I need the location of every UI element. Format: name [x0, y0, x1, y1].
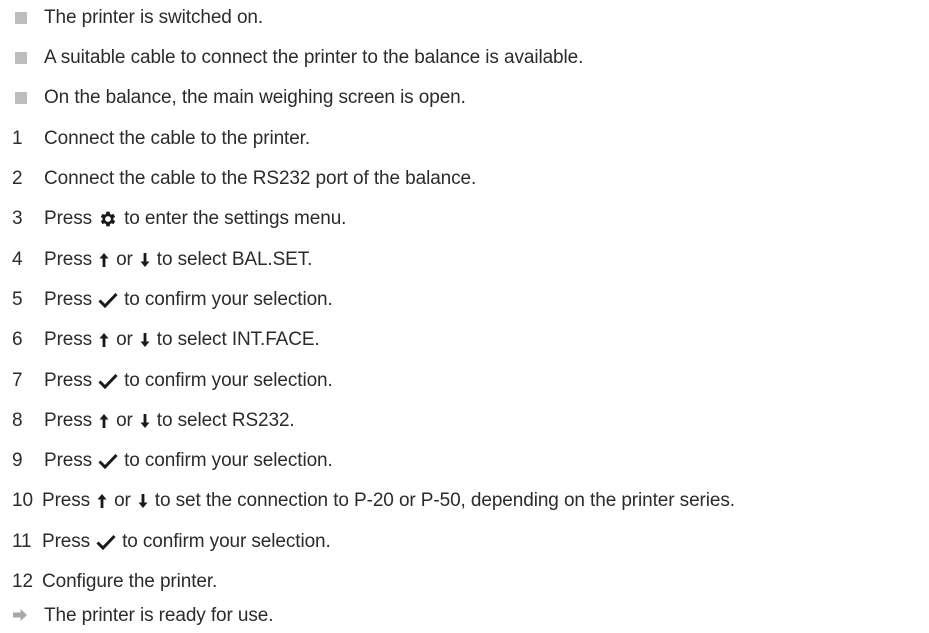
- step-number: 5: [12, 289, 23, 310]
- step-item: 4 Press or to select BAL.SET.: [0, 243, 312, 277]
- step-item: 1 Connect the cable to the printer.: [0, 122, 310, 156]
- step-text-post: to confirm your selection.: [122, 531, 331, 552]
- step-text-mid: or: [116, 249, 133, 270]
- arrow-up-icon: [98, 252, 110, 268]
- prerequisite-text: On the balance, the main weighing screen…: [44, 87, 466, 108]
- step-item: 2 Connect the cable to the RS232 port of…: [0, 162, 476, 196]
- square-bullet-icon: [15, 52, 27, 64]
- square-bullet-icon: [15, 92, 27, 104]
- arrow-down-icon: [139, 252, 151, 268]
- step-item: 10 Press or to set the connection to P-2…: [0, 484, 735, 518]
- step-number: 6: [12, 329, 23, 350]
- step-item: 12 Configure the printer.: [0, 565, 217, 599]
- checkmark-icon: [98, 292, 118, 308]
- step-text-mid: or: [116, 410, 133, 431]
- step-text-pre: Press: [42, 531, 91, 552]
- prerequisite-item: A suitable cable to connect the printer …: [0, 41, 583, 75]
- prerequisite-text: The printer is switched on.: [44, 7, 264, 28]
- step-text-pre: Press: [44, 450, 93, 471]
- step-text-post: to confirm your selection.: [124, 289, 333, 310]
- step-text-pre: Press: [44, 249, 93, 270]
- arrow-up-icon: [98, 332, 110, 348]
- step-number: 10: [12, 490, 33, 511]
- step-number: 12: [12, 571, 33, 592]
- step-text: Connect the cable to the RS232 port of t…: [44, 168, 477, 189]
- result-text: The printer is ready for use.: [44, 605, 274, 626]
- step-number: 1: [12, 128, 23, 149]
- checkmark-icon: [96, 534, 116, 550]
- checkmark-icon: [98, 453, 118, 469]
- checkmark-icon: [98, 373, 118, 389]
- step-number: 7: [12, 370, 23, 391]
- step-number: 3: [12, 208, 23, 229]
- step-item: 5 Press to confirm your selection.: [0, 283, 333, 317]
- step-text-mid: or: [114, 490, 131, 511]
- gear-icon: [98, 209, 118, 229]
- step-item: 3 Press to enter the settings menu.: [0, 202, 346, 236]
- result-item: The printer is ready for use.: [0, 599, 274, 633]
- step-text-post: to select BAL.SET.: [156, 249, 313, 270]
- step-number: 8: [12, 410, 23, 431]
- arrow-down-icon: [139, 413, 151, 429]
- step-text-post: to set the connection to P-20 or P-50, d…: [154, 490, 735, 511]
- step-text-post: to confirm your selection.: [124, 450, 333, 471]
- step-text-post: to select RS232.: [156, 410, 295, 431]
- step-item: 9 Press to confirm your selection.: [0, 444, 333, 478]
- step-text-pre: Press: [44, 370, 93, 391]
- step-text-pre: Press: [42, 490, 91, 511]
- step-text-pre: Press: [44, 208, 93, 229]
- step-number: 4: [12, 249, 23, 270]
- step-text: Configure the printer.: [42, 571, 218, 592]
- result-arrow-icon: [12, 606, 30, 627]
- step-text-pre: Press: [44, 329, 93, 350]
- step-item: 11 Press to confirm your selection.: [0, 525, 331, 559]
- arrow-down-icon: [139, 332, 151, 348]
- step-text-mid: or: [116, 329, 133, 350]
- arrow-up-icon: [98, 413, 110, 429]
- step-number: 2: [12, 168, 23, 189]
- step-item: 8 Press or to select RS232.: [0, 404, 295, 438]
- step-text-pre: Press: [44, 289, 93, 310]
- step-number: 9: [12, 450, 23, 471]
- arrow-up-icon: [96, 493, 108, 509]
- prerequisite-item: The printer is switched on.: [0, 1, 263, 35]
- step-number: 11: [12, 531, 32, 552]
- step-text-pre: Press: [44, 410, 93, 431]
- step-item: 7 Press to confirm your selection.: [0, 364, 333, 398]
- prerequisite-item: On the balance, the main weighing screen…: [0, 81, 466, 115]
- step-text: Connect the cable to the printer.: [44, 128, 311, 149]
- step-item: 6 Press or to select INT.FACE.: [0, 323, 320, 357]
- square-bullet-icon: [15, 12, 27, 24]
- step-text-post: to select INT.FACE.: [156, 329, 320, 350]
- arrow-down-icon: [137, 493, 149, 509]
- step-text-post: to enter the settings menu.: [124, 208, 347, 229]
- prerequisite-text: A suitable cable to connect the printer …: [44, 47, 584, 68]
- step-text-post: to confirm your selection.: [124, 370, 333, 391]
